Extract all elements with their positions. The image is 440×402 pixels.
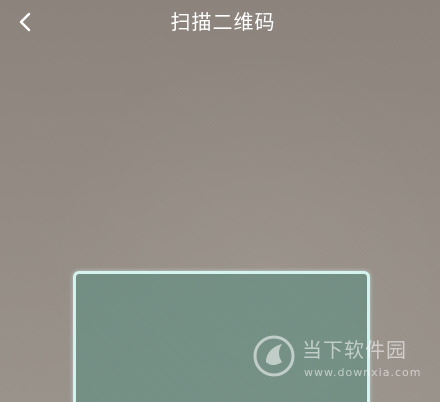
watermark-logo-icon (253, 335, 295, 377)
page-title: 扫描二维码 (170, 10, 276, 34)
watermark-name: 当下软件园 (302, 338, 407, 362)
watermark: 当下软件园 www.downxia.com (252, 330, 422, 386)
top-bar: 扫描二维码 (0, 0, 440, 48)
watermark-url: www.downxia.com (304, 366, 422, 379)
